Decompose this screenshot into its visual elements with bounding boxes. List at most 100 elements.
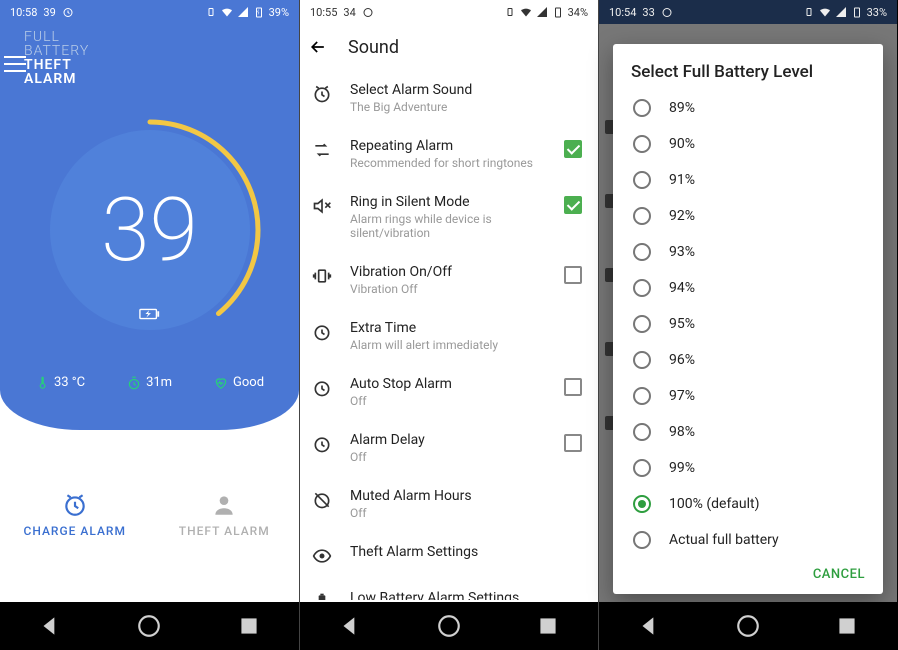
- radio-button[interactable]: [633, 243, 651, 261]
- status-small: 39: [43, 6, 55, 19]
- dialog-option-label: 94%: [669, 280, 695, 296]
- radio-button[interactable]: [633, 99, 651, 117]
- alarm-status-icon: [661, 6, 673, 18]
- settings-row-title: Select Alarm Sound: [350, 82, 584, 98]
- tab-charge-alarm[interactable]: CHARGE ALARM: [0, 430, 150, 600]
- dialog-option-label: 99%: [669, 460, 695, 476]
- appbar: Sound: [300, 24, 598, 70]
- nav-home-button[interactable]: [436, 613, 462, 639]
- settings-row[interactable]: Vibration On/OffVibration Off: [300, 252, 598, 308]
- dialog-option-label: 90%: [669, 136, 695, 152]
- radio-button[interactable]: [633, 459, 651, 477]
- timer-icon: [312, 322, 332, 342]
- status-time: 10:54: [609, 6, 636, 19]
- checkbox[interactable]: [562, 194, 584, 216]
- radio-button[interactable]: [633, 171, 651, 189]
- settings-row-title: Auto Stop Alarm: [350, 376, 544, 392]
- checkbox[interactable]: [562, 376, 584, 398]
- repeat-icon: [312, 140, 332, 160]
- settings-row-subtitle: Alarm rings while device is silent/vibra…: [350, 212, 544, 240]
- radio-button[interactable]: [633, 387, 651, 405]
- square-recent-icon: [834, 613, 860, 639]
- radio-button[interactable]: [633, 351, 651, 369]
- settings-row[interactable]: Theft Alarm Settings: [300, 532, 598, 578]
- settings-list[interactable]: Select Alarm SoundThe Big AdventureRepea…: [300, 70, 598, 600]
- nav-back-button[interactable]: [337, 613, 363, 639]
- status-bar: 10:58 39 39%: [0, 0, 299, 24]
- settings-row[interactable]: Alarm DelayOff: [300, 420, 598, 476]
- vibrate-status-icon: [504, 6, 516, 18]
- timer-icon: [312, 434, 332, 454]
- settings-row[interactable]: Select Alarm SoundThe Big Adventure: [300, 70, 598, 126]
- nav-back-button[interactable]: [37, 613, 63, 639]
- android-navbar: [599, 602, 897, 650]
- radio-button[interactable]: [633, 279, 651, 297]
- nav-home-button[interactable]: [735, 613, 761, 639]
- nav-home-button[interactable]: [136, 613, 162, 639]
- dialog-option[interactable]: 99%: [613, 450, 883, 486]
- settings-row-subtitle: Off: [350, 394, 544, 408]
- status-battery-pct: 34%: [568, 6, 588, 19]
- dialog-option[interactable]: 93%: [613, 234, 883, 270]
- nav-back-button[interactable]: [636, 613, 662, 639]
- settings-row-title: Theft Alarm Settings: [350, 544, 584, 560]
- radio-button[interactable]: [633, 495, 651, 513]
- settings-row[interactable]: Extra TimeAlarm will alert immediately: [300, 308, 598, 364]
- dialog-title: Select Full Battery Level: [613, 58, 883, 90]
- settings-row-title: Repeating Alarm: [350, 138, 544, 154]
- dialog-option[interactable]: 100% (default): [613, 486, 883, 522]
- dialog-option-list[interactable]: 89% 90% 91%92%93% 94% 95%96%97%98% 99% 100% (d…: [613, 90, 883, 559]
- alarm-status-icon: [362, 6, 374, 18]
- dialog-option[interactable]: Actual full battery: [613, 522, 883, 558]
- radio-button[interactable]: [633, 315, 651, 333]
- nav-recent-button[interactable]: [236, 613, 262, 639]
- battery-icon: [312, 592, 332, 600]
- dialog-option[interactable]: 95%: [613, 306, 883, 342]
- dialog-option[interactable]: 98%: [613, 414, 883, 450]
- settings-row-subtitle: Alarm will alert immediately: [350, 338, 584, 352]
- dialog-option[interactable]: 89%: [613, 90, 883, 126]
- settings-row-title: Low Battery Alarm Settings: [350, 590, 584, 600]
- circle-home-icon: [436, 613, 462, 639]
- thermometer-icon: [35, 376, 49, 390]
- settings-row-title: Ring in Silent Mode: [350, 194, 544, 210]
- back-arrow-icon[interactable]: [308, 37, 328, 57]
- triangle-back-icon: [37, 613, 63, 639]
- dialog-option[interactable]: 90%: [613, 126, 883, 162]
- menu-button[interactable]: [4, 56, 26, 72]
- nav-recent-button[interactable]: [834, 613, 860, 639]
- status-small: 33: [642, 6, 654, 19]
- tab-theft-alarm[interactable]: THEFT ALARM: [150, 430, 300, 600]
- checkbox[interactable]: [562, 432, 584, 454]
- settings-row[interactable]: Ring in Silent Mode Alarm rings while dev…: [300, 182, 598, 252]
- settings-row[interactable]: Muted Alarm HoursOff: [300, 476, 598, 532]
- radio-button[interactable]: [633, 135, 651, 153]
- radio-button[interactable]: [633, 423, 651, 441]
- nav-recent-button[interactable]: [535, 613, 561, 639]
- dialog-actions: CANCEL: [613, 559, 883, 584]
- radio-button[interactable]: [633, 531, 651, 549]
- dialog-option[interactable]: 92%: [613, 198, 883, 234]
- dialog-option[interactable]: 97%: [613, 378, 883, 414]
- cancel-button[interactable]: CANCEL: [813, 567, 865, 582]
- square-recent-icon: [236, 613, 262, 639]
- settings-row[interactable]: Auto Stop Alarm Off: [300, 364, 598, 420]
- stopwatch-icon: [127, 376, 141, 390]
- alarm-clock-icon: [312, 84, 332, 104]
- checkbox[interactable]: [562, 138, 584, 160]
- status-time: 10:58: [10, 6, 37, 19]
- checkbox[interactable]: [562, 264, 584, 286]
- dialog-option[interactable]: 91%: [613, 162, 883, 198]
- settings-row-title: Alarm Delay: [350, 432, 544, 448]
- dialog-option-label: Actual full battery: [669, 532, 779, 548]
- stat-health-value: Good: [233, 375, 264, 390]
- settings-row[interactable]: Low Battery Alarm Settings: [300, 578, 598, 600]
- dialog-option[interactable]: 94%: [613, 270, 883, 306]
- person-icon: [211, 492, 237, 518]
- radio-button[interactable]: [633, 207, 651, 225]
- status-bar: 10:54 33 33%: [599, 0, 897, 24]
- settings-row[interactable]: Repeating AlarmRecommended for short rin…: [300, 126, 598, 182]
- lightning-battery-icon: [139, 307, 161, 321]
- dialog-option[interactable]: 96%: [613, 342, 883, 378]
- dialog-option-label: 100% (default): [669, 496, 760, 512]
